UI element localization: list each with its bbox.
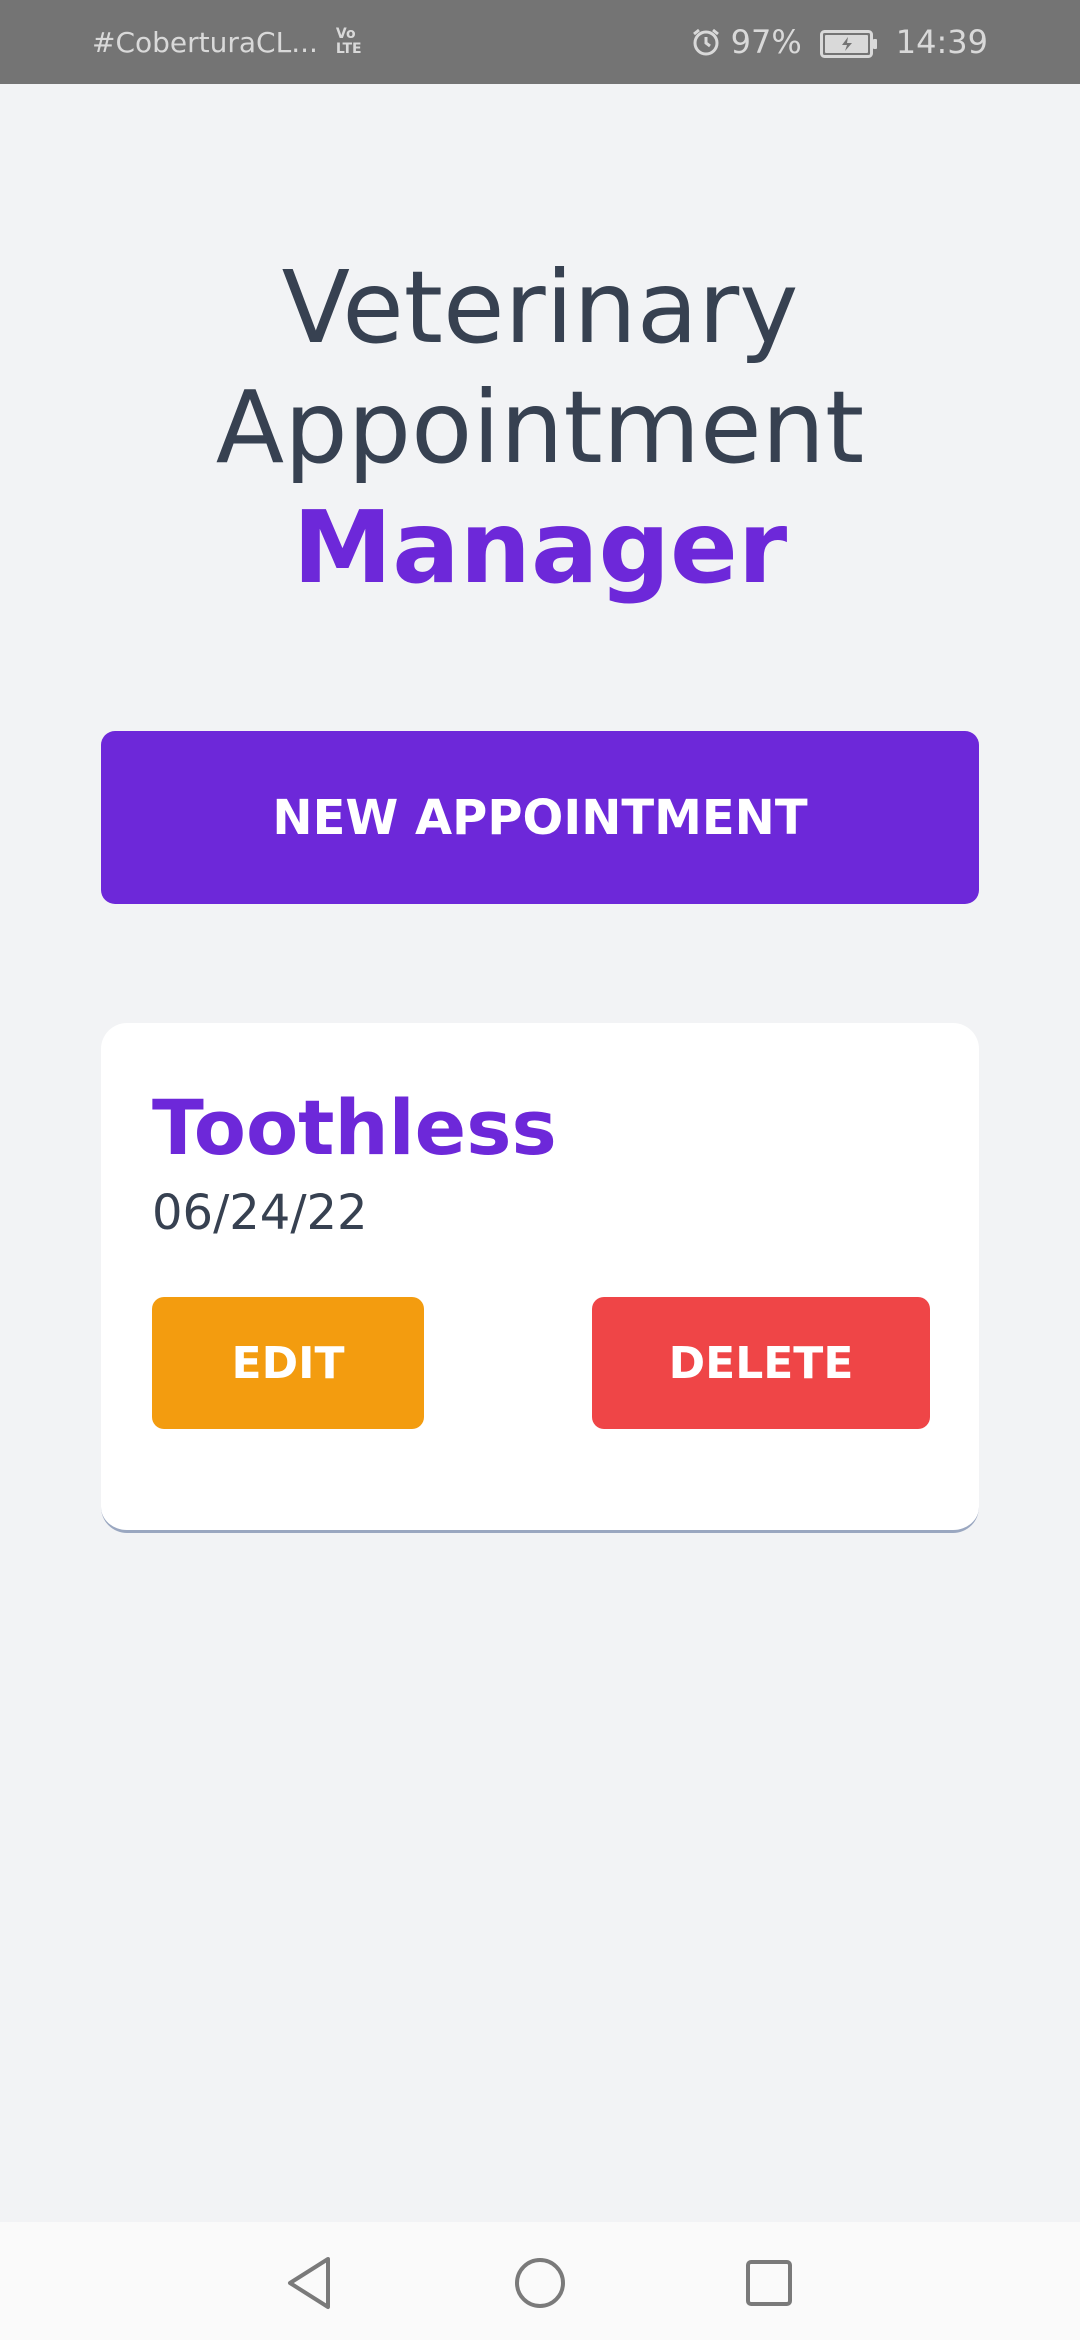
appointment-card: Toothless 06/24/22 EDIT DELETE — [101, 1023, 979, 1533]
alarm-icon — [691, 27, 721, 57]
title-line-1: Veterinary — [281, 249, 799, 366]
status-left: #CoberturaCL... Vo LTE — [92, 0, 362, 84]
delete-button[interactable]: DELETE — [592, 1297, 930, 1429]
battery-percent: 97% — [730, 23, 802, 61]
status-right: 97% 14:39 — [691, 0, 988, 84]
new-appointment-button[interactable]: NEW APPOINTMENT — [101, 731, 979, 904]
title-line-2: Appointment — [215, 369, 865, 486]
pet-name: Toothless — [152, 1083, 557, 1172]
screen: #CoberturaCL... Vo LTE 97% 14:39 Veterin… — [0, 0, 1080, 2340]
recents-icon[interactable] — [734, 2248, 804, 2318]
clock: 14:39 — [895, 23, 988, 61]
page-title: Veterinary Appointment Manager — [0, 248, 1080, 608]
volte-bottom: LTE — [335, 41, 362, 57]
volte-indicator: Vo LTE — [336, 27, 362, 57]
appointment-date: 06/24/22 — [152, 1185, 368, 1241]
edit-button[interactable]: EDIT — [152, 1297, 424, 1429]
carrier-name: #CoberturaCL... — [92, 25, 318, 59]
battery-charging-icon — [819, 28, 878, 58]
navigation-bar — [0, 2222, 1080, 2340]
back-icon[interactable] — [274, 2248, 344, 2318]
status-bar: #CoberturaCL... Vo LTE 97% 14:39 — [0, 0, 1080, 84]
volte-top: Vo — [335, 26, 356, 42]
home-icon[interactable] — [505, 2248, 575, 2318]
title-accent: Manager — [292, 489, 788, 606]
